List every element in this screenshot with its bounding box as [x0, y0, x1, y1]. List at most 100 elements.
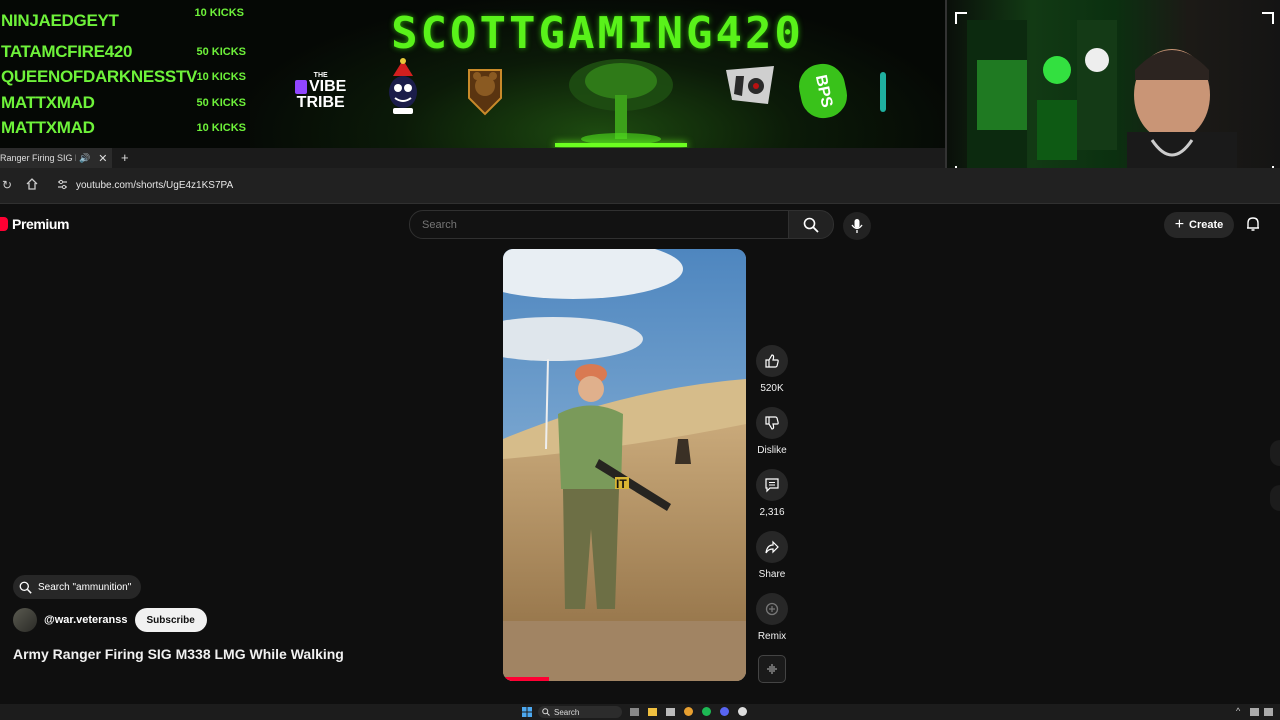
kick-name: MATTXMAD: [1, 93, 95, 112]
sound-thumbnail-button[interactable]: [758, 655, 786, 683]
search-input[interactable]: [420, 215, 764, 235]
video-title[interactable]: Army Ranger Firing SIG M338 LMG While Wa…: [13, 646, 344, 662]
stream-overlay: NINJAEDGEYT 10 KICKS TATAMCFIRE420 50 KI…: [0, 0, 1280, 190]
discord-icon[interactable]: [720, 707, 729, 716]
chrome-icon[interactable]: [684, 707, 693, 716]
home-icon[interactable]: [26, 178, 38, 190]
dark-emblem-logo: [722, 64, 778, 108]
browser-address-bar: ↻ youtube.com/shorts/UgE4z1KS7PA: [0, 168, 1280, 204]
volume-icon[interactable]: [1264, 708, 1273, 716]
obs-icon[interactable]: [738, 707, 747, 716]
tray-chevron-icon[interactable]: ^: [1236, 706, 1240, 716]
remix-label: Remix: [757, 631, 787, 642]
mascot-logo: [385, 58, 421, 118]
dislike-action: Dislike: [755, 407, 789, 456]
thumbs-up-icon: [764, 353, 780, 369]
like-count: 520K: [760, 383, 784, 394]
cam-frame-corner: [1262, 12, 1274, 24]
plus-icon: +: [1174, 216, 1185, 233]
url-text[interactable]: youtube.com/shorts/UgE4z1KS7PA: [76, 180, 233, 191]
share-arrow-icon: [764, 539, 780, 555]
webcam-feed: [945, 0, 1280, 190]
webcam-scene: [967, 20, 1237, 190]
banner-glow-bar: [555, 143, 687, 147]
kick-name: QUEENOFDARKNESSTV: [1, 67, 198, 86]
comments-action: 2,316: [755, 469, 789, 518]
channel-info: @war.veteranss Subscribe: [13, 608, 207, 632]
twitch-icon: [295, 80, 307, 94]
create-button[interactable]: + Create: [1164, 212, 1234, 238]
subscribe-button[interactable]: Subscribe: [134, 608, 207, 632]
kick-row: QUEENOFDARKNESSTV 10 KICKS: [0, 67, 250, 91]
dislike-label: Dislike: [757, 445, 787, 456]
vibe-tribe-logo: THE VIBE TRIBE: [295, 72, 347, 111]
kick-row: NINJAEDGEYT 10 KICKS: [0, 7, 250, 35]
spotify-icon[interactable]: [702, 707, 711, 716]
stream-banner: SCOTTGAMING420 THE VIBE TRIBE BPS: [250, 0, 945, 148]
notifications-bell-icon[interactable]: [1245, 216, 1261, 232]
comment-count: 2,316: [759, 507, 785, 518]
search-icon: [803, 217, 819, 233]
site-info-icon[interactable]: [57, 179, 68, 190]
tab-title: Ranger Firing SIG M3: [0, 153, 76, 163]
youtube-logo-icon: [0, 217, 8, 231]
share-action: Share: [755, 531, 789, 580]
tjuav-logo: [465, 64, 505, 116]
speaker-icon[interactable]: 🔊: [79, 153, 90, 164]
kick-amount: 10 KICKS: [194, 7, 244, 19]
remix-icon: [764, 601, 780, 617]
search-icon: [542, 708, 550, 716]
like-action: 520K: [755, 345, 789, 394]
search-box[interactable]: [409, 210, 789, 239]
voice-search-button[interactable]: [843, 212, 871, 240]
kick-amount: 10 KICKS: [196, 71, 246, 83]
like-button[interactable]: [756, 345, 788, 377]
kick-amount: 50 KICKS: [196, 97, 246, 109]
kick-name: NINJAEDGEYT: [1, 11, 119, 30]
new-tab-icon[interactable]: +: [121, 150, 129, 165]
windows-start-icon[interactable]: [522, 707, 532, 717]
kick-row: MATTXMAD 50 KICKS: [0, 93, 250, 117]
network-icon[interactable]: [1250, 708, 1259, 716]
kick-name: TATAMCFIRE420: [1, 42, 133, 61]
task-view-icon[interactable]: [630, 708, 639, 716]
search-button[interactable]: [788, 210, 834, 239]
shorts-video-player[interactable]: IT: [503, 249, 746, 681]
kick-row: TATAMCFIRE420 50 KICKS: [0, 42, 250, 66]
kick-amount: 10 KICKS: [196, 122, 246, 134]
share-label: Share: [758, 569, 786, 580]
comments-button[interactable]: [756, 469, 788, 501]
video-caption: IT: [616, 477, 627, 491]
progress-fill: [503, 677, 549, 681]
kick-row: MATTXMAD 10 KICKS: [0, 118, 250, 142]
video-frame: [503, 249, 746, 681]
search-icon: [19, 581, 32, 594]
cam-frame-corner: [955, 12, 967, 24]
audio-wave-icon: [766, 663, 778, 675]
comment-icon: [764, 477, 780, 493]
reload-icon[interactable]: ↻: [2, 178, 12, 192]
channel-handle[interactable]: @war.veteranss: [44, 614, 128, 626]
remix-button[interactable]: [756, 593, 788, 625]
bps-logo: BPS: [794, 59, 852, 123]
previous-short-button[interactable]: [1270, 440, 1280, 466]
youtube-premium-logo[interactable]: Premium: [0, 216, 70, 232]
glow-tree-emblem: [555, 45, 687, 145]
store-icon[interactable]: [666, 708, 675, 716]
browser-tab-bar: Ranger Firing SIG M3 🔊 ✕ +: [0, 148, 945, 168]
share-button[interactable]: [756, 531, 788, 563]
search-suggestion-chip[interactable]: Search "ammunition": [13, 575, 142, 599]
kick-amount: 50 KICKS: [196, 46, 246, 58]
microphone-icon: [851, 218, 863, 234]
browser-tab[interactable]: Ranger Firing SIG M3 🔊 ✕: [0, 148, 112, 168]
kick-name: MATTXMAD: [1, 118, 95, 137]
taskbar-search[interactable]: Search: [538, 706, 622, 718]
windows-taskbar: Search ^: [0, 704, 1280, 720]
next-short-button[interactable]: [1270, 485, 1280, 511]
close-tab-icon[interactable]: ✕: [98, 152, 107, 165]
partial-logo: [880, 72, 886, 112]
file-explorer-icon[interactable]: [648, 708, 657, 716]
remix-action: Remix: [755, 593, 789, 642]
dislike-button[interactable]: [756, 407, 788, 439]
channel-avatar[interactable]: [13, 608, 37, 632]
